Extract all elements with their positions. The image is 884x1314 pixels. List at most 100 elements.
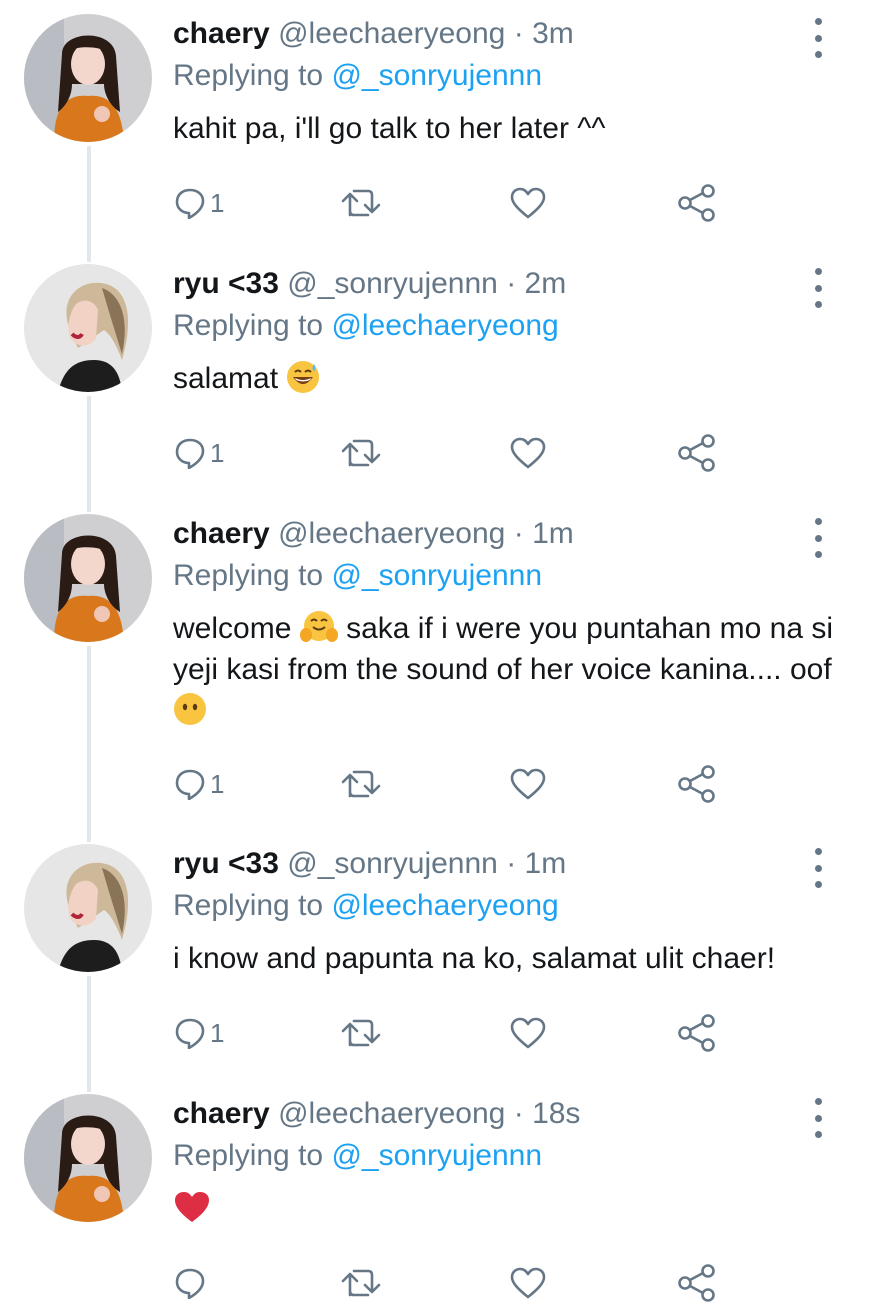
replying-to: Replying to @_sonryujennn — [173, 56, 542, 96]
mention-link[interactable]: @leechaeryeong — [331, 889, 558, 922]
tweet-text: kahit pa, i'll go talk to her later ^^ — [173, 108, 853, 149]
reply-icon — [175, 188, 205, 219]
replying-to: Replying to @leechaeryeong — [173, 886, 559, 926]
avatar[interactable] — [24, 514, 152, 642]
more-options-icon[interactable] — [806, 268, 830, 308]
tweet-text: i know and papunta na ko, salamat ulit c… — [173, 938, 853, 979]
timestamp[interactable]: 1m — [525, 847, 567, 880]
replying-to-label: Replying to — [173, 309, 324, 342]
mention-link[interactable]: @_sonryujennn — [331, 559, 542, 592]
tweet-text-content: salamat — [173, 362, 279, 395]
more-options-icon[interactable] — [806, 518, 830, 558]
more-options-icon[interactable] — [806, 1098, 830, 1138]
reply-icon — [175, 1018, 205, 1049]
tweet-text-content: kahit pa, i'll go talk to her later ^^ — [173, 112, 606, 145]
separator-dot: · — [513, 517, 524, 550]
display-name[interactable]: chaery — [173, 517, 270, 550]
retweet-button[interactable] — [340, 1260, 382, 1306]
reply-icon — [175, 769, 205, 800]
reply-count: 1 — [210, 768, 225, 799]
avatar[interactable] — [24, 1094, 152, 1222]
red-heart-emoji — [175, 1192, 209, 1222]
tweet-actions — [0, 1260, 884, 1306]
retweet-button[interactable] — [340, 761, 382, 807]
replying-to-label: Replying to — [173, 1139, 324, 1172]
display-name[interactable]: ryu <33 — [173, 847, 279, 880]
replying-to-label: Replying to — [173, 559, 324, 592]
reply-button[interactable]: 1 — [174, 430, 224, 476]
tweet-actions: 1 — [0, 1010, 884, 1056]
tweet-text-content: i know and papunta na ko, salamat ulit c… — [173, 942, 776, 975]
replying-to-label: Replying to — [173, 889, 324, 922]
like-button[interactable] — [510, 180, 546, 226]
like-icon — [510, 187, 546, 219]
tweet-text: welcome saka if i were you puntahan mo n… — [173, 608, 853, 731]
replying-to-label: Replying to — [173, 59, 324, 92]
separator-dot: · — [506, 847, 517, 880]
user-handle[interactable]: @_sonryujennn — [287, 847, 498, 880]
reply-count: 1 — [210, 437, 225, 468]
no-mouth-face-emoji — [174, 693, 206, 725]
share-button[interactable] — [677, 430, 717, 476]
like-button[interactable] — [510, 1260, 546, 1306]
reply-button[interactable] — [174, 1260, 210, 1306]
tweet-header: chaery @leechaeryeong · 3m — [173, 14, 574, 54]
reply-icon — [175, 438, 205, 469]
separator-dot: · — [513, 17, 524, 50]
retweet-icon — [341, 189, 381, 217]
display-name[interactable]: ryu <33 — [173, 267, 279, 300]
hugging-face-emoji — [299, 611, 338, 642]
reply-button[interactable]: 1 — [174, 1010, 224, 1056]
like-button[interactable] — [510, 1010, 546, 1056]
retweet-icon — [341, 1269, 381, 1297]
reply-count: 1 — [210, 187, 225, 218]
tweet-header: chaery @leechaeryeong · 1m — [173, 514, 574, 554]
tweet-header: ryu <33 @_sonryujennn · 2m — [173, 264, 566, 304]
user-handle[interactable]: @leechaeryeong — [278, 517, 505, 550]
mention-link[interactable]: @_sonryujennn — [331, 59, 542, 92]
avatar[interactable] — [24, 14, 152, 142]
display-name[interactable]: chaery — [173, 17, 270, 50]
reply-icon — [175, 1268, 205, 1299]
retweet-icon — [341, 439, 381, 467]
user-handle[interactable]: @leechaeryeong — [278, 1097, 505, 1130]
replying-to: Replying to @_sonryujennn — [173, 1136, 542, 1176]
share-button[interactable] — [677, 180, 717, 226]
avatar[interactable] — [24, 264, 152, 392]
separator-dot: · — [513, 1097, 524, 1130]
replying-to: Replying to @_sonryujennn — [173, 556, 542, 596]
retweet-button[interactable] — [340, 430, 382, 476]
share-button[interactable] — [677, 1260, 717, 1306]
timestamp[interactable]: 18s — [532, 1097, 580, 1130]
retweet-button[interactable] — [340, 180, 382, 226]
user-handle[interactable]: @leechaeryeong — [278, 17, 505, 50]
display-name[interactable]: chaery — [173, 1097, 270, 1130]
reply-count: 1 — [210, 1017, 225, 1048]
mention-link[interactable]: @leechaeryeong — [331, 309, 558, 342]
replying-to: Replying to @leechaeryeong — [173, 306, 559, 346]
like-button[interactable] — [510, 761, 546, 807]
like-button[interactable] — [510, 430, 546, 476]
avatar[interactable] — [24, 844, 152, 972]
tweet-header: chaery @leechaeryeong · 18s — [173, 1094, 580, 1134]
timestamp[interactable]: 3m — [532, 17, 574, 50]
timestamp[interactable]: 1m — [532, 517, 574, 550]
retweet-button[interactable] — [340, 1010, 382, 1056]
more-options-icon[interactable] — [806, 848, 830, 888]
user-handle[interactable]: @_sonryujennn — [287, 267, 498, 300]
reply-button[interactable]: 1 — [174, 180, 224, 226]
timestamp[interactable]: 2m — [525, 267, 567, 300]
tweet-text-content: welcome — [173, 612, 292, 645]
thread-connector — [87, 646, 91, 842]
share-button[interactable] — [677, 761, 717, 807]
reply-button[interactable]: 1 — [174, 761, 224, 807]
mention-link[interactable]: @_sonryujennn — [331, 1139, 542, 1172]
retweet-icon — [341, 1019, 381, 1047]
share-button[interactable] — [677, 1010, 717, 1056]
tweet-text: salamat — [173, 358, 853, 399]
more-options-icon[interactable] — [806, 18, 830, 58]
share-icon — [678, 765, 715, 803]
like-icon — [510, 437, 546, 469]
tweet-actions: 1 — [0, 761, 884, 807]
retweet-icon — [341, 770, 381, 798]
